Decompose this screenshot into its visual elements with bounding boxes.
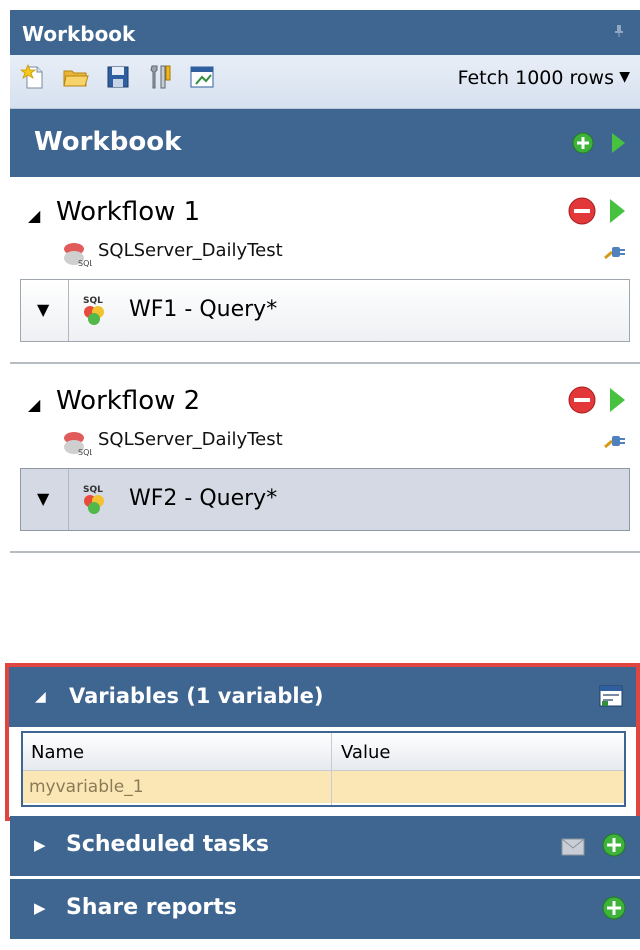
sql-query-icon: SQL	[83, 296, 104, 325]
connection-plug-icon[interactable]	[604, 244, 626, 260]
sql-connection-icon: SQL	[64, 243, 92, 268]
connection-plug-icon[interactable]	[604, 433, 626, 449]
svg-text:SQL: SQL	[83, 296, 103, 306]
workbook-title: Workbook	[34, 127, 182, 157]
variables-editor-icon[interactable]	[598, 683, 624, 709]
workbook-header: Workbook	[10, 109, 640, 177]
scheduled-tasks-label: Scheduled tasks	[66, 832, 269, 857]
export-icon[interactable]	[188, 63, 216, 91]
run-all-icon[interactable]	[610, 132, 626, 154]
query-item[interactable]: ▼ SQL WF1 - Query*	[20, 279, 630, 342]
pin-icon[interactable]	[612, 24, 626, 38]
workflow-list: ◢ Workflow 1 SQL SQLServer_DailyTest ▼ S…	[10, 177, 640, 664]
remove-workflow-icon[interactable]	[568, 197, 596, 225]
variables-panel: ◢ Variables (1 variable) Name Value myva…	[5, 663, 640, 821]
run-workflow-icon[interactable]	[608, 386, 626, 414]
svg-text:SQL: SQL	[78, 259, 92, 268]
query-caret-area: ▼	[21, 469, 69, 530]
table-row[interactable]: myvariable_1	[23, 771, 624, 803]
grid-header: Name Value	[23, 733, 624, 771]
collapse-triangle-icon[interactable]: ◢	[35, 689, 46, 705]
collapse-triangle-icon[interactable]: ◢	[28, 395, 40, 414]
add-workflow-icon[interactable]	[572, 132, 594, 154]
chevron-down-icon[interactable]: ▼	[37, 489, 49, 508]
variable-name-cell[interactable]: myvariable_1	[29, 777, 144, 797]
fetch-rows-dropdown[interactable]: Fetch 1000 rows	[458, 67, 614, 89]
chevron-down-icon[interactable]: ▼	[37, 300, 49, 319]
svg-text:SQL: SQL	[83, 485, 103, 495]
variables-grid: Name Value myvariable_1	[21, 731, 626, 807]
svg-text:SQL: SQL	[78, 448, 92, 457]
chevron-down-icon[interactable]: ▼	[619, 69, 630, 85]
expand-triangle-icon[interactable]: ▶	[34, 899, 46, 917]
sql-connection-icon: SQL	[64, 432, 92, 457]
open-folder-icon[interactable]	[62, 63, 90, 91]
new-icon[interactable]	[20, 63, 48, 91]
connection-name: SQLServer_DailyTest	[98, 240, 283, 261]
workflow-title: Workflow 2	[56, 386, 201, 416]
add-scheduled-task-icon[interactable]	[602, 833, 626, 857]
workbook-pane: Workbook Fetch 1000 rows ▼ Workbook ◢ Wo…	[0, 0, 640, 950]
connection-name: SQLServer_DailyTest	[98, 429, 283, 450]
mail-icon[interactable]	[560, 834, 586, 858]
column-header-value[interactable]: Value	[341, 742, 390, 763]
workbook-toolbar: Fetch 1000 rows ▼	[10, 55, 640, 109]
pane-title: Workbook	[22, 22, 136, 46]
variables-header[interactable]: ◢ Variables (1 variable)	[9, 667, 636, 727]
query-caret-area: ▼	[21, 280, 69, 341]
save-icon[interactable]	[104, 63, 132, 91]
remove-workflow-icon[interactable]	[568, 386, 596, 414]
workflow-item: ◢ Workflow 2 SQL SQLServer_DailyTest ▼ S…	[10, 366, 640, 553]
variables-title: Variables (1 variable)	[69, 684, 324, 708]
collapse-triangle-icon[interactable]: ◢	[28, 206, 40, 225]
share-reports-label: Share reports	[66, 895, 237, 920]
column-divider	[331, 733, 332, 805]
add-share-report-icon[interactable]	[602, 896, 626, 920]
scheduled-tasks-panel[interactable]: ▶ Scheduled tasks	[10, 816, 640, 876]
pane-titlebar: Workbook	[10, 10, 640, 55]
sql-query-icon: SQL	[83, 485, 104, 514]
share-reports-panel[interactable]: ▶ Share reports	[10, 879, 640, 939]
run-workflow-icon[interactable]	[608, 197, 626, 225]
tools-icon[interactable]	[146, 63, 174, 91]
query-label: WF2 - Query*	[129, 486, 278, 511]
workflow-title: Workflow 1	[56, 197, 201, 227]
query-label: WF1 - Query*	[129, 297, 278, 322]
column-header-name[interactable]: Name	[31, 742, 84, 763]
expand-triangle-icon[interactable]: ▶	[34, 836, 46, 854]
workflow-item: ◢ Workflow 1 SQL SQLServer_DailyTest ▼ S…	[10, 177, 640, 364]
panel-divider	[10, 939, 640, 942]
query-item[interactable]: ▼ SQL WF2 - Query*	[20, 468, 630, 531]
